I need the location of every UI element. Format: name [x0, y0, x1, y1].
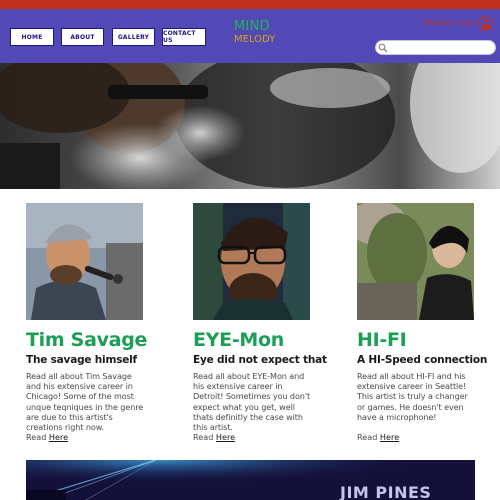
- read-prefix: Read: [26, 432, 47, 443]
- read-more: Read Here: [26, 432, 147, 442]
- artist-subtitle: A HI-Speed connection: [357, 354, 488, 366]
- nav-gallery-button[interactable]: GALLERY: [112, 28, 155, 46]
- user-icon[interactable]: [478, 16, 493, 31]
- user-icon-body: [481, 24, 490, 29]
- nav-home-button[interactable]: HOME: [10, 28, 54, 46]
- artist-card: HI-FI A HI-Speed connection Read all abo…: [357, 203, 487, 442]
- search-input[interactable]: [375, 40, 496, 55]
- logo-line-2: MELODY: [234, 34, 276, 45]
- read-prefix: Read: [193, 432, 214, 443]
- artist-photo[interactable]: [193, 203, 310, 320]
- hero-banner-image: [0, 63, 500, 189]
- artist-description: Read all about EYE-Mon and his extensive…: [193, 371, 311, 433]
- top-accent-bar: [0, 0, 500, 9]
- artist-photo[interactable]: [357, 203, 474, 320]
- artist-card: EYE-Mon Eye did not expect that Read all…: [193, 203, 327, 442]
- read-more-link[interactable]: Here: [380, 432, 399, 442]
- artist-name: Tim Savage: [26, 329, 148, 351]
- site-logo[interactable]: MIND MELODY: [234, 20, 280, 45]
- artist-description: Read all about Tim Savage and his extens…: [26, 371, 144, 433]
- read-more-link[interactable]: Here: [49, 432, 68, 442]
- nav-about-button[interactable]: ABOUT: [61, 28, 104, 46]
- read-more-link[interactable]: Here: [216, 432, 235, 442]
- artist-name: HI-FI: [357, 329, 407, 351]
- nav-contact-button[interactable]: CONTACT US: [162, 28, 206, 46]
- search-icon: [378, 43, 388, 53]
- artist-description: Read all about HI-FI and his extensive c…: [357, 371, 468, 422]
- artist-subtitle: The savage himself: [26, 354, 137, 366]
- logo-line-1: MIND: [234, 19, 270, 34]
- read-more: Read Here: [193, 432, 327, 442]
- artist-name: EYE-Mon: [193, 329, 284, 351]
- banner-title: JIM PINES: [340, 483, 432, 500]
- artist-subtitle: Eye did not expect that: [193, 354, 327, 366]
- artist-card: Tim Savage The savage himself Read all a…: [26, 203, 147, 442]
- read-more: Read Here: [357, 432, 487, 442]
- read-prefix: Read: [357, 432, 378, 443]
- artist-photo[interactable]: [26, 203, 143, 320]
- user-icon-head: [483, 19, 488, 23]
- members-area-link[interactable]: Members Area: [424, 19, 475, 27]
